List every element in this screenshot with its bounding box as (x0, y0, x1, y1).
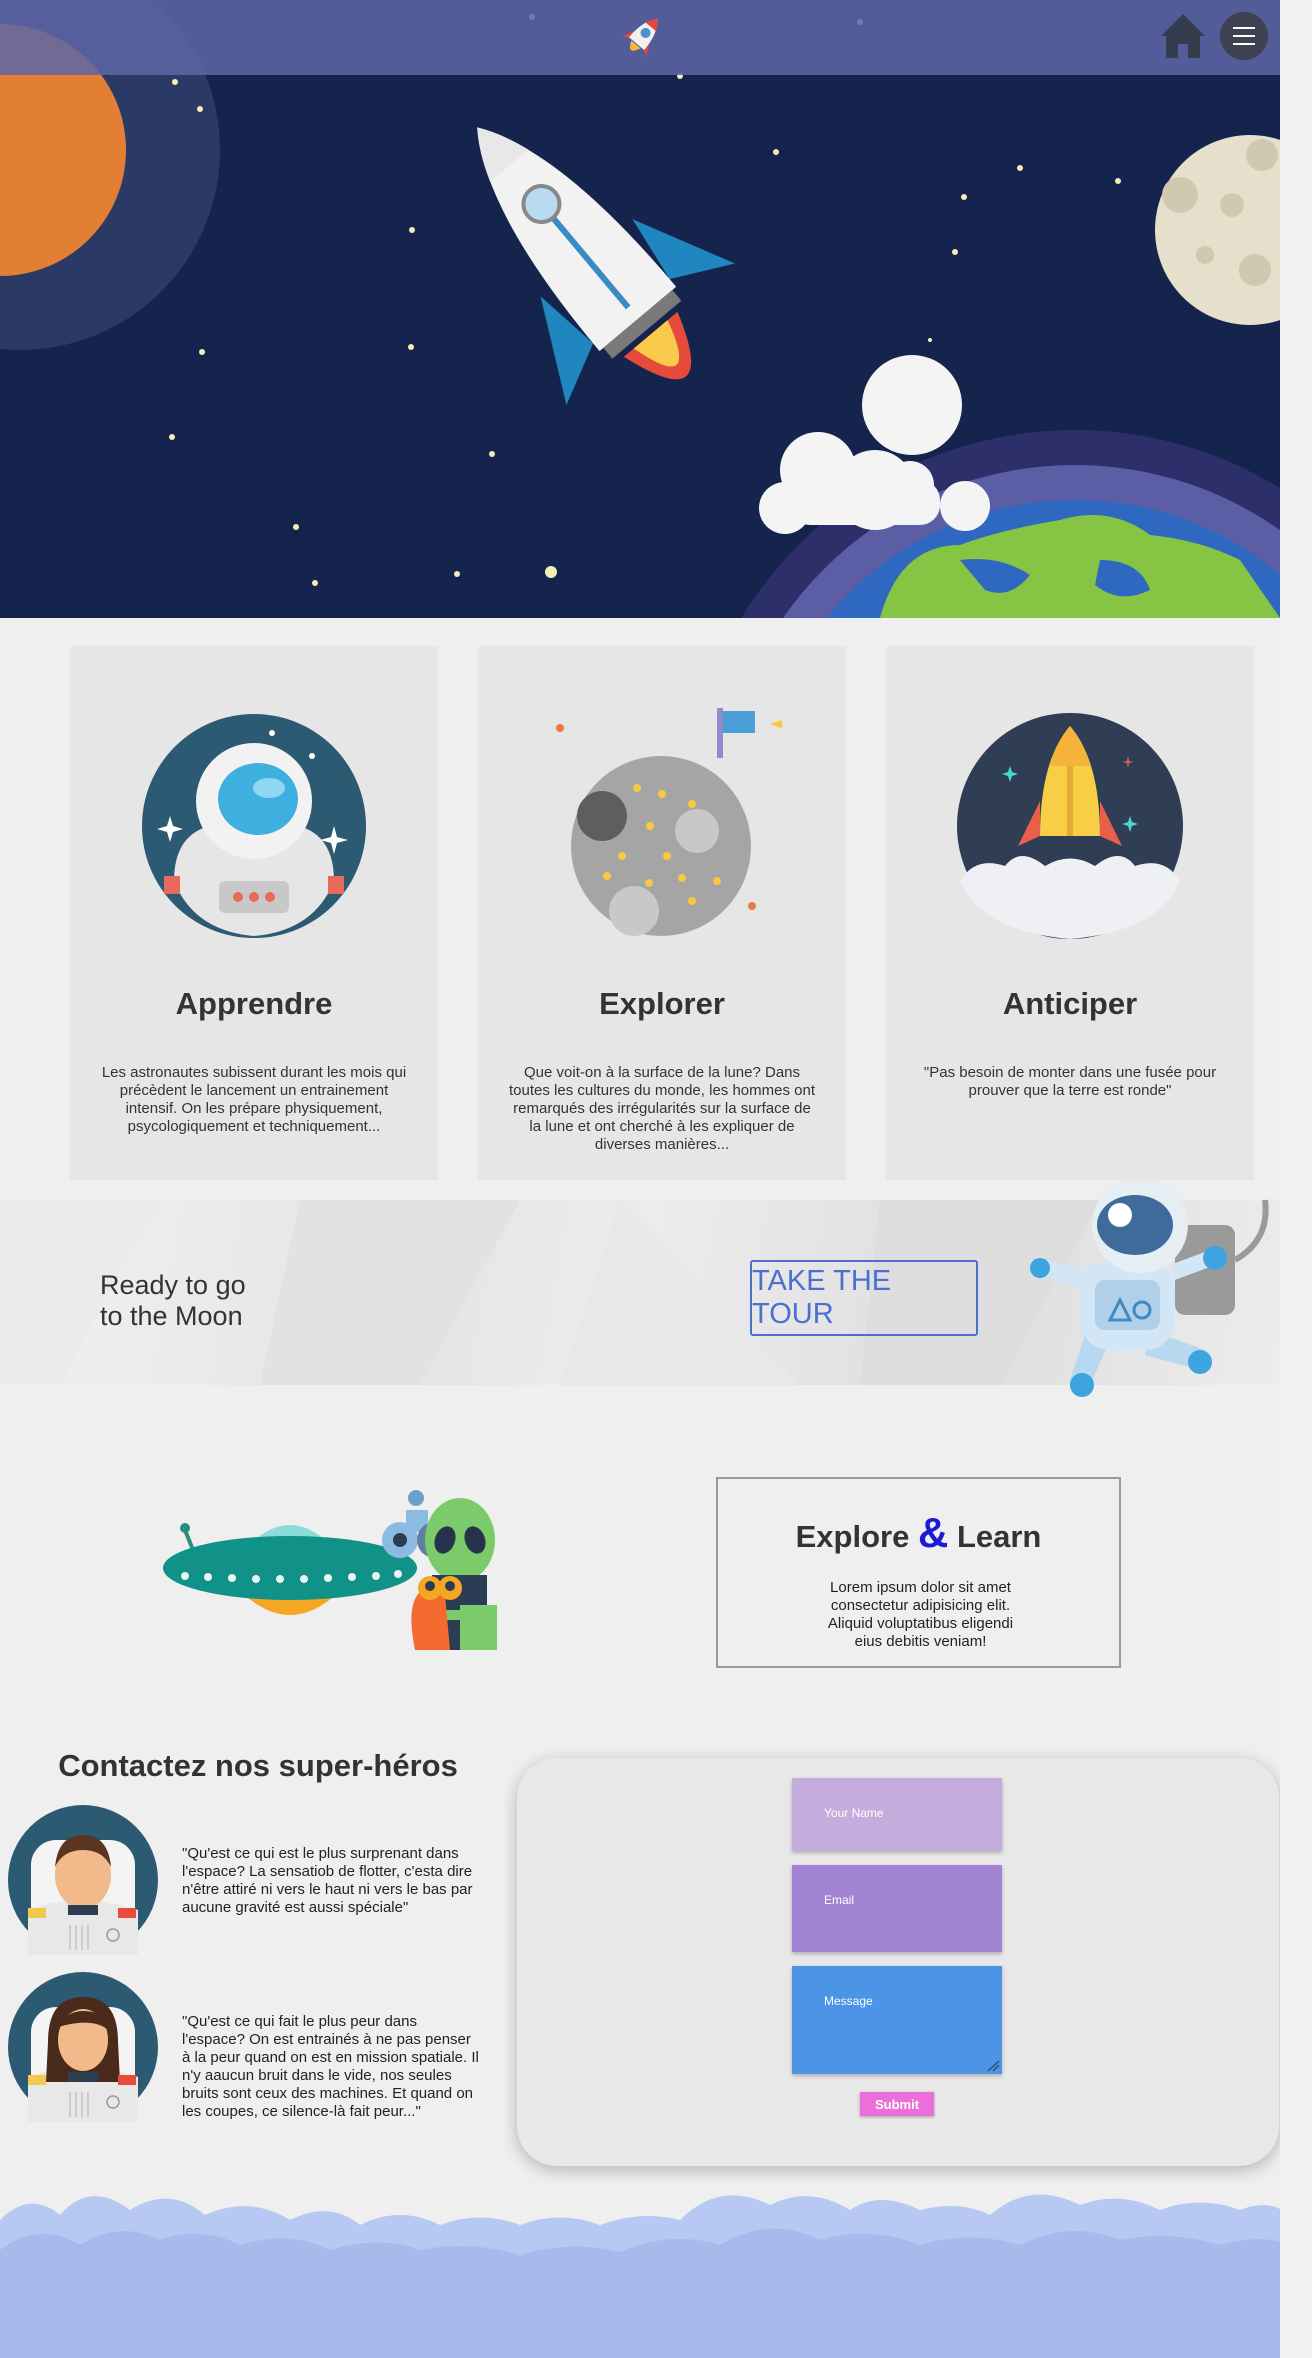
astronaut-helmet-icon (142, 714, 366, 938)
moon-icon (1155, 135, 1280, 325)
explore-text: Lorem ipsum dolor sit amet consectetur a… (827, 1579, 1014, 1650)
band-line2: to the Moon (100, 1301, 243, 1331)
home-icon[interactable] (1158, 10, 1208, 60)
explore-word: Explore (795, 1519, 910, 1554)
email-field[interactable]: Email (792, 1865, 1002, 1952)
band-heading: Ready to go to the Moon (100, 1270, 246, 1332)
space-illustration (0, 0, 1280, 618)
submit-button[interactable]: Submit (860, 2092, 934, 2116)
hamburger-menu-icon[interactable] (1220, 12, 1268, 60)
contact-title: Contactez nos super-héros (58, 1748, 458, 1783)
rocket-icon[interactable] (617, 10, 669, 62)
quote-1: "Qu'est ce qui est le plus surprenant da… (182, 1845, 473, 1916)
card-title: Apprendre (175, 986, 333, 1021)
rocket-launch-icon (957, 713, 1183, 939)
rocket-illustration (477, 127, 735, 405)
quote-2: "Qu'est ce qui fait le plus peur dans l'… (182, 2013, 479, 2120)
moon-flag-icon (556, 708, 782, 936)
card-text: Que voit-on à la surface de la lune? Dan… (509, 1064, 815, 1153)
card-apprendre: Apprendre Les astronautes subissent dura… (70, 646, 438, 1180)
card-title: Anticiper (1002, 986, 1138, 1021)
message-field[interactable]: Message (792, 1966, 1002, 2074)
card-text: "Pas besoin de monter dans une fusée pou… (923, 1064, 1217, 1099)
avatar-astronaut-male (8, 1805, 158, 1955)
take-the-tour-button[interactable]: TAKE THE TOUR (750, 1260, 978, 1336)
footer-clouds (0, 2194, 1282, 2358)
card-title: Explorer (599, 986, 725, 1021)
top-navigation-bar (0, 0, 1280, 75)
page-scrollbar[interactable] (1280, 0, 1312, 2358)
avatar-astronaut-female (8, 1972, 158, 2122)
card-text: Les astronautes subissent durant les moi… (101, 1064, 407, 1135)
card-anticiper: Anticiper "Pas besoin de monter dans une… (886, 646, 1254, 1180)
explore-title: Explore & Learn (718, 1509, 1119, 1557)
explore-learn-box: Explore & Learn Lorem ipsum dolor sit am… (716, 1477, 1121, 1668)
learn-word: Learn (956, 1519, 1042, 1554)
ampersand: & (917, 1509, 949, 1556)
hero-banner (0, 0, 1280, 618)
floating-astronaut-icon (1030, 1180, 1269, 1397)
resize-handle-icon[interactable] (986, 2060, 1000, 2072)
aliens-ufo-illustration (163, 1490, 497, 1650)
band-line1: Ready to go (100, 1270, 246, 1300)
name-field[interactable]: Your Name (792, 1778, 1002, 1851)
contact-form-panel: Your Name Email Message Submit (517, 1758, 1279, 2166)
card-explorer: Explorer Que voit-on à la surface de la … (478, 646, 846, 1180)
smoke-clouds (759, 355, 990, 534)
